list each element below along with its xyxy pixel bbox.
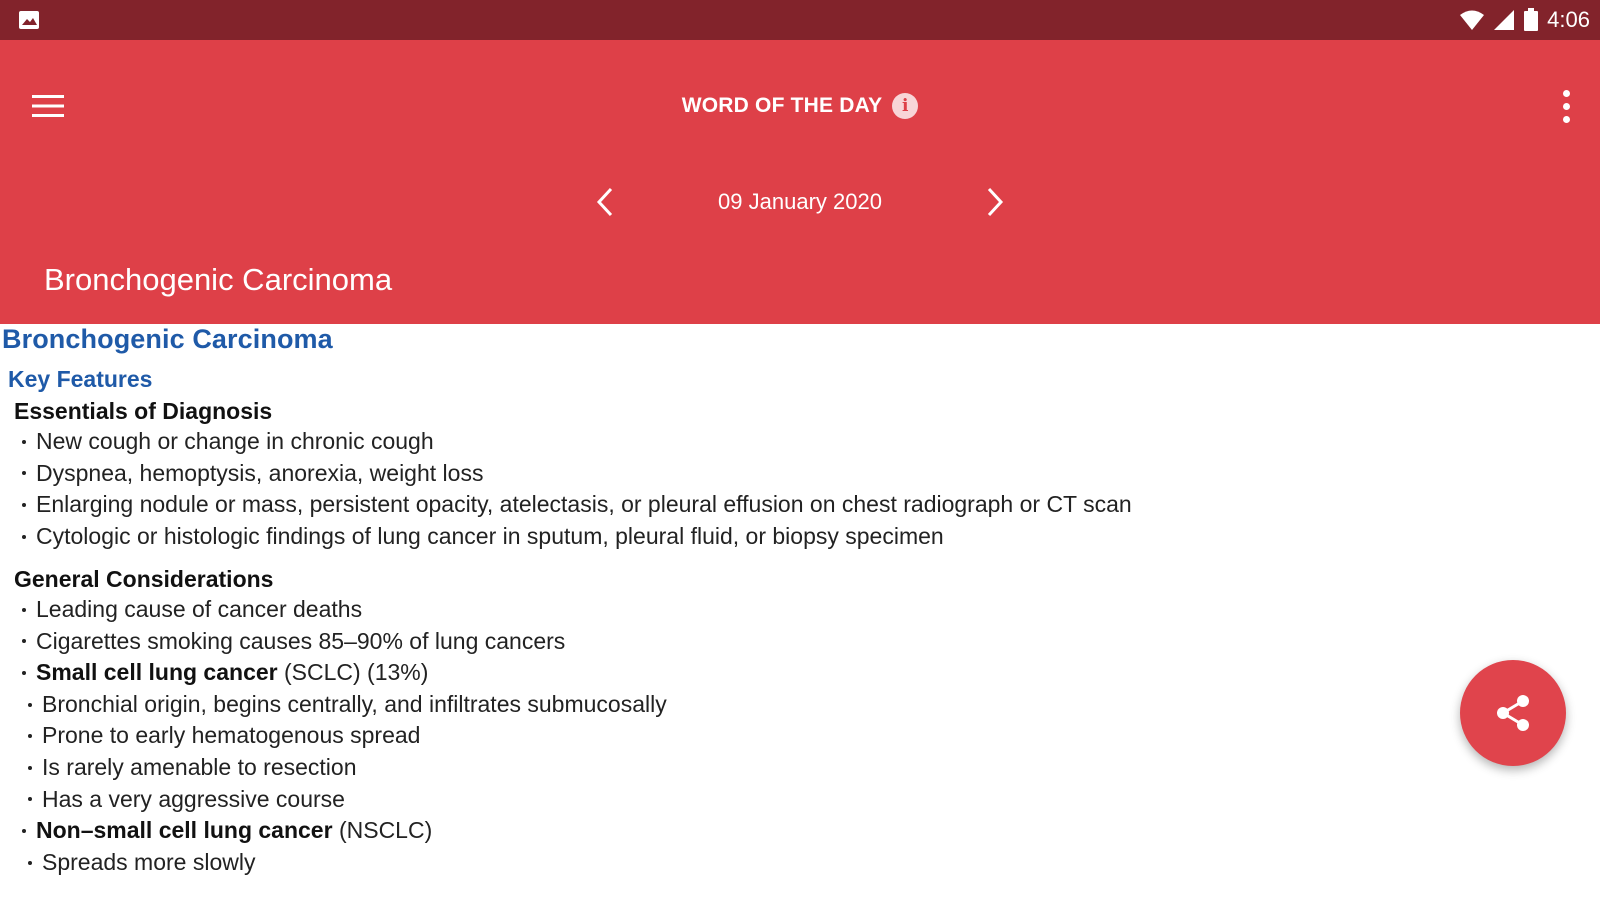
list-item: Spreads more slowly: [14, 847, 667, 879]
list-item: Dyspnea, hemoptysis, anorexia, weight lo…: [14, 458, 1132, 490]
list-item: Enlarging nodule or mass, persistent opa…: [14, 489, 1132, 521]
list-item: Cigarettes smoking causes 85–90% of lung…: [14, 626, 667, 658]
share-icon: [1497, 695, 1529, 731]
app-bar: WORD OF THE DAY i 09 January 2020 Bronch…: [0, 40, 1600, 324]
list-item-sclc: Small cell lung cancer (SCLC) (13%): [14, 657, 667, 689]
status-right: 4:06: [1459, 6, 1590, 34]
general-section: General Considerations Leading cause of …: [14, 564, 667, 878]
share-button[interactable]: [1460, 660, 1566, 766]
list-item: Leading cause of cancer deaths: [14, 594, 667, 626]
section-title[interactable]: Key Features: [8, 366, 152, 393]
signal-icon: [1494, 10, 1515, 30]
list-item: Is rarely amenable to resection: [14, 752, 667, 784]
wifi-icon: [1460, 10, 1485, 30]
dot-icon: [1562, 89, 1570, 97]
dot-icon: [1562, 102, 1570, 110]
list-item: New cough or change in chronic cough: [14, 426, 1132, 458]
info-icon[interactable]: i: [892, 93, 919, 119]
list-item-nsclc: Non–small cell lung cancer (NSCLC): [14, 815, 667, 847]
content-area[interactable]: Bronchogenic Carcinoma Key Features Esse…: [0, 324, 1600, 900]
image-icon: [19, 11, 39, 29]
essentials-section: Essentials of Diagnosis New cough or cha…: [14, 396, 1132, 552]
current-date: 09 January 2020: [718, 189, 882, 214]
battery-icon: [1524, 8, 1539, 31]
page-title: WORD OF THE DAY: [681, 94, 883, 117]
document-title[interactable]: Bronchogenic Carcinoma: [2, 324, 333, 355]
title-wrap: WORD OF THE DAY i: [0, 88, 1600, 124]
word-heading: Bronchogenic Carcinoma: [44, 262, 393, 297]
general-heading: General Considerations: [14, 566, 274, 592]
next-day-button[interactable]: [980, 182, 1010, 222]
status-bar: 4:06: [0, 0, 1600, 40]
list-item: Prone to early hematogenous spread: [14, 720, 667, 752]
chevron-left-icon: [596, 187, 613, 217]
date-navigator: 09 January 2020: [0, 182, 1600, 222]
list-item: Cytologic or histologic findings of lung…: [14, 521, 1132, 553]
menu-button[interactable]: [28, 88, 68, 124]
previous-day-button[interactable]: [590, 182, 620, 222]
status-time: 4:06: [1547, 7, 1590, 32]
chevron-right-icon: [987, 187, 1004, 217]
essentials-heading: Essentials of Diagnosis: [14, 398, 273, 424]
list-item: Bronchial origin, begins centrally, and …: [14, 689, 667, 721]
list-item: Has a very aggressive course: [14, 784, 667, 816]
overflow-menu-button[interactable]: [1552, 86, 1580, 126]
hamburger-menu-icon: [32, 95, 64, 117]
dot-icon: [1562, 115, 1570, 123]
